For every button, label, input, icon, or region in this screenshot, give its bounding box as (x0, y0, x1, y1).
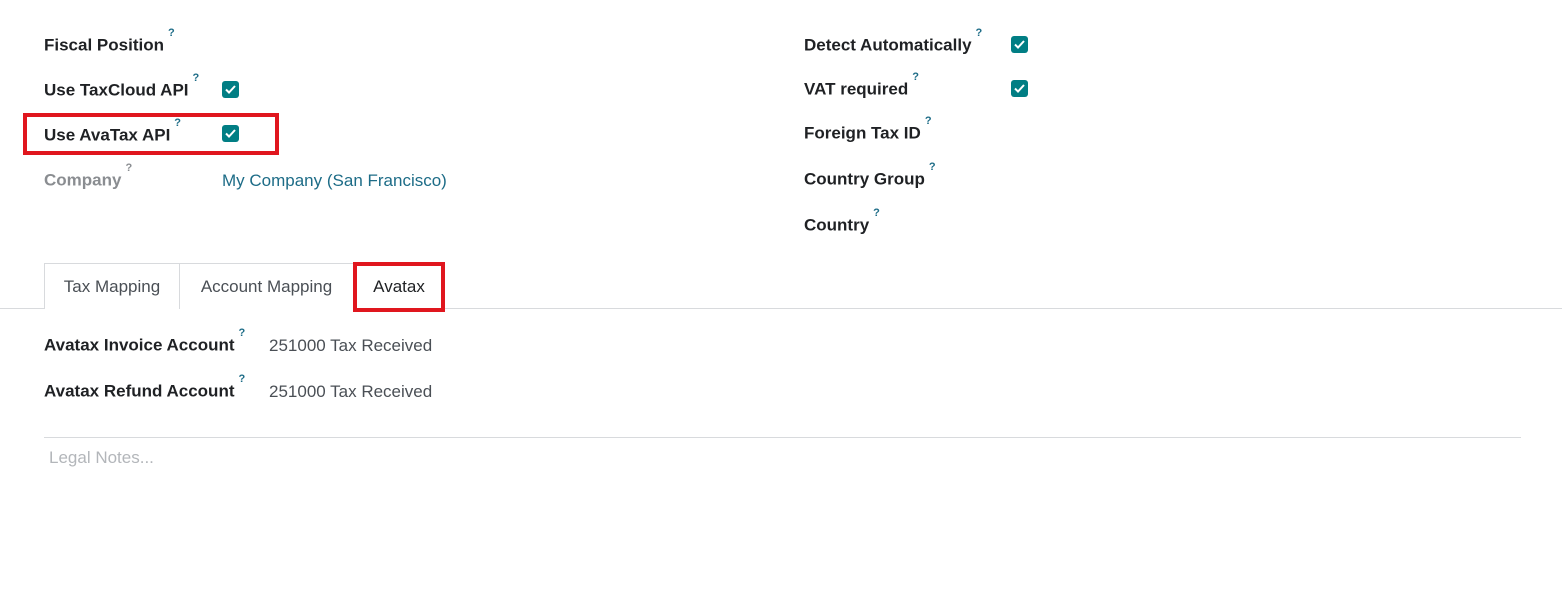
avatax-refund-account-label: Avatax Refund Account? (44, 373, 245, 402)
vat-required-label-text: VAT required (804, 79, 909, 99)
avatax-api-highlight (23, 113, 279, 155)
tab-account-mapping[interactable]: Account Mapping (179, 263, 354, 309)
company-label-text: Company (44, 170, 122, 190)
help-icon[interactable]: ? (239, 373, 246, 385)
help-icon[interactable]: ? (912, 71, 919, 83)
help-icon[interactable]: ? (168, 27, 175, 39)
foreign-tax-id-label: Foreign Tax ID? (804, 115, 932, 144)
legal-notes-divider (44, 437, 1521, 438)
avatax-tab-highlight (353, 262, 445, 312)
checkmark-icon (1014, 40, 1025, 49)
checkmark-icon (225, 85, 236, 94)
checkmark-icon (1014, 84, 1025, 93)
country-group-label: Country Group? (804, 161, 936, 190)
use-taxcloud-label: Use TaxCloud API? (44, 72, 199, 101)
help-icon[interactable]: ? (193, 72, 200, 84)
tab-tax-mapping[interactable]: Tax Mapping (44, 263, 180, 309)
help-icon[interactable]: ? (125, 162, 132, 174)
detect-automatically-label-text: Detect Automatically (804, 35, 972, 55)
fiscal-position-label-text: Fiscal Position (44, 35, 164, 55)
company-label: Company? (44, 162, 132, 191)
use-taxcloud-checkbox[interactable] (222, 81, 239, 98)
help-icon[interactable]: ? (976, 27, 983, 39)
avatax-invoice-account-value[interactable]: 251000 Tax Received (269, 336, 432, 356)
help-icon[interactable]: ? (239, 327, 246, 339)
vat-required-label: VAT required? (804, 71, 919, 100)
help-icon[interactable]: ? (925, 115, 932, 127)
foreign-tax-id-label-text: Foreign Tax ID (804, 123, 921, 143)
avatax-invoice-account-label-text: Avatax Invoice Account (44, 335, 235, 355)
country-label-text: Country (804, 215, 870, 235)
country-label: Country? (804, 207, 880, 236)
detect-automatically-label: Detect Automatically? (804, 27, 982, 56)
use-taxcloud-label-text: Use TaxCloud API (44, 80, 189, 100)
vat-required-checkbox[interactable] (1011, 80, 1028, 97)
help-icon[interactable]: ? (929, 161, 936, 173)
company-link[interactable]: My Company (San Francisco) (222, 171, 447, 191)
country-group-label-text: Country Group (804, 169, 925, 189)
legal-notes-field[interactable]: Legal Notes... (49, 448, 154, 468)
avatax-invoice-account-label: Avatax Invoice Account? (44, 327, 245, 356)
fiscal-position-label: Fiscal Position? (44, 27, 175, 56)
avatax-refund-account-value[interactable]: 251000 Tax Received (269, 382, 432, 402)
avatax-refund-account-label-text: Avatax Refund Account (44, 381, 235, 401)
help-icon[interactable]: ? (873, 207, 880, 219)
detect-automatically-checkbox[interactable] (1011, 36, 1028, 53)
